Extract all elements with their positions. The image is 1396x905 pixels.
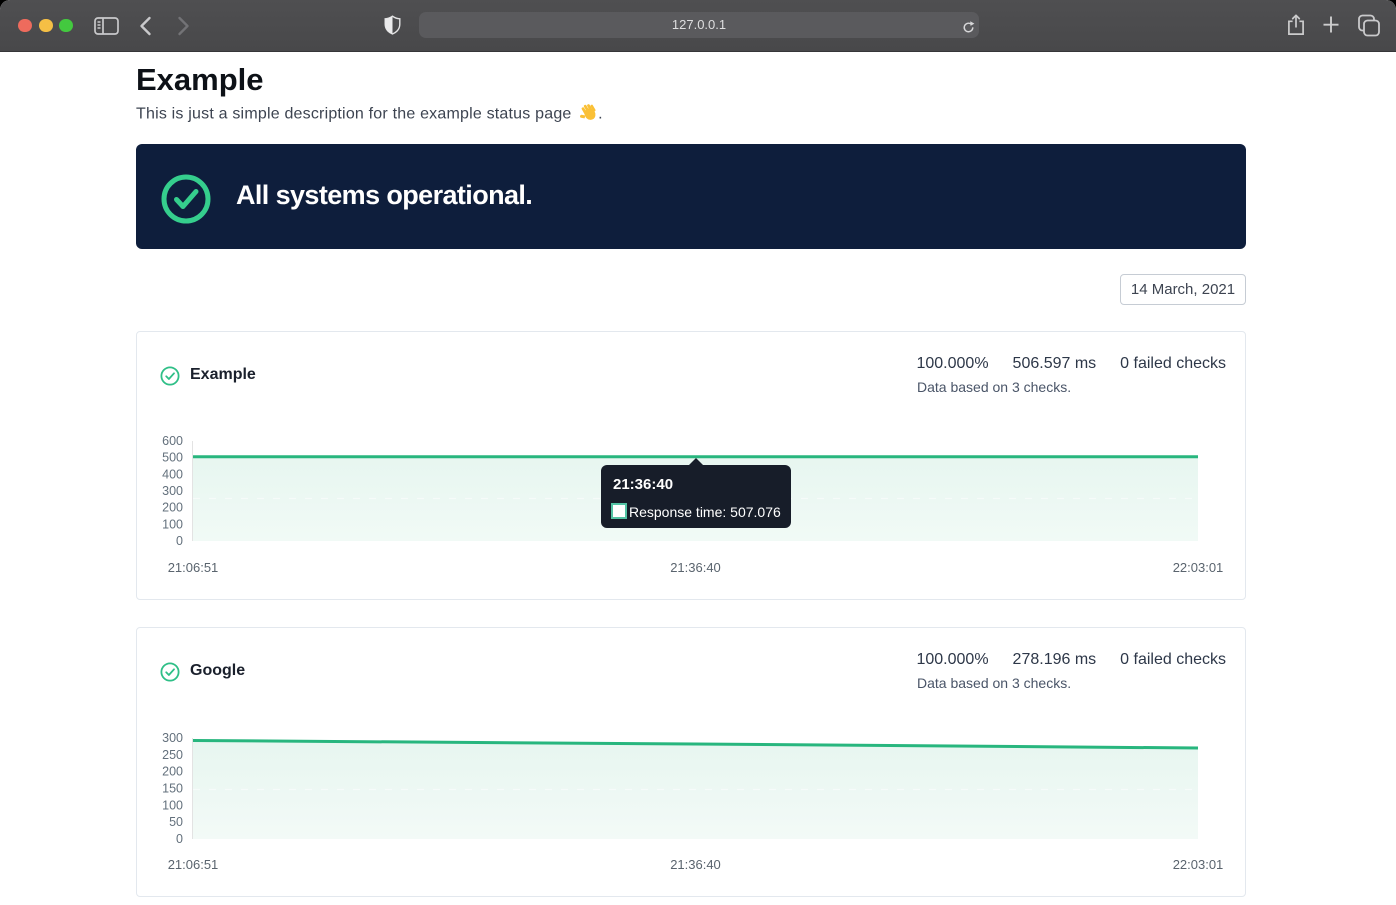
svg-text:600: 600 bbox=[162, 434, 183, 448]
svg-text:21:36:40: 21:36:40 bbox=[670, 560, 721, 575]
svg-text:200: 200 bbox=[162, 501, 183, 515]
svg-text:0: 0 bbox=[176, 832, 183, 846]
svg-text:100: 100 bbox=[162, 798, 183, 812]
svg-text:22:03:01: 22:03:01 bbox=[1173, 857, 1224, 872]
svg-text:21:06:51: 21:06:51 bbox=[168, 560, 219, 575]
svg-text:21:36:40: 21:36:40 bbox=[670, 857, 721, 872]
svg-text:100: 100 bbox=[162, 517, 183, 531]
svg-text:21:06:51: 21:06:51 bbox=[168, 857, 219, 872]
svg-text:150: 150 bbox=[162, 782, 183, 796]
svg-text:500: 500 bbox=[162, 451, 183, 465]
svg-text:300: 300 bbox=[162, 484, 183, 498]
svg-text:400: 400 bbox=[162, 467, 183, 481]
svg-text:50: 50 bbox=[169, 815, 183, 829]
svg-text:200: 200 bbox=[162, 765, 183, 779]
svg-text:250: 250 bbox=[162, 748, 183, 762]
svg-text:22:03:01: 22:03:01 bbox=[1173, 560, 1224, 575]
svg-text:300: 300 bbox=[162, 731, 183, 745]
svg-text:0: 0 bbox=[176, 534, 183, 548]
